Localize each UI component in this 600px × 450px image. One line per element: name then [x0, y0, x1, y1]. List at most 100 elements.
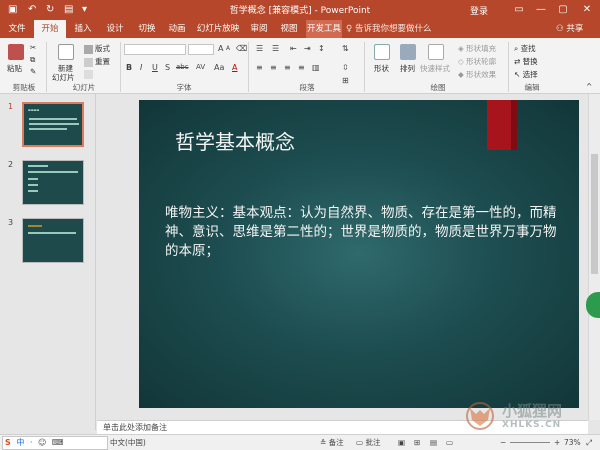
ime-chinese-mode[interactable]: 中 — [16, 438, 24, 447]
vertical-scrollbar[interactable] — [588, 94, 600, 420]
shape-outline-label: 形状轮廓 — [466, 57, 497, 66]
outline-icon: ◇ — [458, 57, 467, 66]
line-spacing-icon[interactable]: ↕ — [318, 44, 325, 53]
slide-thumbnail-1[interactable]: ▬▬▬▬ — [22, 102, 84, 147]
comments-toggle[interactable]: ▭ 批注 — [356, 437, 380, 449]
replace-button[interactable]: ⇄ 替换 — [514, 56, 538, 67]
layout-button[interactable]: 版式 — [84, 43, 110, 54]
new-slide-icon[interactable] — [58, 44, 74, 60]
minimize-icon[interactable]: — — [530, 2, 552, 18]
increase-indent-icon[interactable]: ⇥ — [304, 44, 311, 53]
slide-thumbnail-3[interactable] — [22, 218, 84, 263]
font-size-box[interactable] — [188, 44, 214, 55]
normal-view-icon[interactable]: ▣ — [398, 437, 405, 449]
shape-effects-button[interactable]: ◆ 形状效果 — [458, 69, 496, 80]
tab-transitions[interactable]: 切换 — [134, 20, 160, 38]
reading-view-icon[interactable]: ▤ — [430, 437, 437, 449]
ime-keyboard-icon[interactable]: ⌨ — [52, 438, 64, 447]
login-link[interactable]: 登录 — [470, 4, 488, 17]
slide-sorter-icon[interactable]: ⊞ — [414, 437, 420, 449]
align-center-icon[interactable]: ≡ — [270, 63, 277, 72]
zoom-slider[interactable] — [510, 442, 550, 443]
tab-developer[interactable]: 开发工具 — [306, 20, 342, 38]
group-separator — [120, 42, 121, 92]
fit-to-window-icon[interactable]: ⤢ — [586, 437, 592, 449]
shapes-icon[interactable] — [374, 44, 390, 60]
tell-me-box[interactable]: ♀ 告诉我你想要做什么 — [346, 20, 431, 38]
close-icon[interactable]: ✕ — [576, 2, 598, 18]
arrange-button-label[interactable]: 排列 — [400, 63, 415, 74]
select-button[interactable]: ↖ 选择 — [514, 69, 538, 80]
find-button[interactable]: ⌕ 查找 — [514, 43, 536, 54]
italic-button[interactable]: I — [140, 63, 142, 72]
shadow-button[interactable]: S — [165, 63, 170, 72]
tab-review[interactable]: 审阅 — [246, 20, 272, 38]
shape-fill-label: 形状填充 — [466, 44, 497, 53]
paste-button-label[interactable]: 粘贴 — [7, 63, 22, 74]
ribbon-home: 粘贴 ✂ ⧉ ✎ 剪贴板 新建 幻灯片 版式 重置 幻灯片 A A ⌫ B I … — [0, 38, 600, 94]
decrease-indent-icon[interactable]: ⇤ — [290, 44, 297, 53]
current-slide[interactable]: 哲学基本概念 唯物主义：基本观点：认为自然界、物质、存在是第一性的，而精神、意识… — [139, 100, 579, 408]
quick-styles-label[interactable]: 快速样式 — [420, 63, 450, 74]
group-clipboard-label: 剪贴板 — [12, 83, 36, 92]
ribbon-display-icon[interactable]: ▭ — [508, 2, 530, 18]
clear-format-icon[interactable]: ⌫ — [236, 44, 247, 53]
paste-icon[interactable] — [8, 44, 24, 60]
font-name-box[interactable] — [124, 44, 186, 55]
align-text-icon[interactable]: ⇳ — [342, 63, 349, 72]
tab-animations[interactable]: 动画 — [164, 20, 190, 38]
grow-font-icon[interactable]: A — [218, 44, 223, 53]
justify-icon[interactable]: ≡ — [298, 63, 305, 72]
strikethrough-button[interactable]: abc — [176, 63, 189, 71]
ime-emoji-icon[interactable]: ☺ — [38, 438, 46, 447]
shape-outline-button[interactable]: ◇ 形状轮廓 — [458, 56, 496, 67]
quick-styles-icon[interactable] — [428, 44, 444, 60]
slide-body-text[interactable]: 唯物主义：基本观点：认为自然界、物质、存在是第一性的，而精神、意识、思维是第二性… — [165, 204, 565, 261]
tab-file[interactable]: 文件 — [4, 20, 30, 38]
tab-slideshow[interactable]: 幻灯片放映 — [196, 20, 240, 38]
tab-design[interactable]: 设计 — [102, 20, 128, 38]
bold-button[interactable]: B — [126, 63, 132, 72]
reset-button[interactable]: 重置 — [84, 56, 110, 67]
text-direction-icon[interactable]: ⇅ — [342, 44, 349, 53]
slide-title[interactable]: 哲学基本概念 — [175, 126, 295, 155]
underline-button[interactable]: U — [152, 63, 158, 72]
tab-view[interactable]: 视图 — [276, 20, 302, 38]
notes-label: 备注 — [328, 438, 344, 447]
arrange-icon[interactable] — [400, 44, 416, 60]
red-ribbon-decoration — [487, 100, 517, 150]
zoom-out-icon[interactable]: − — [500, 437, 506, 449]
thumb-text-line — [28, 178, 38, 180]
scrollbar-thumb[interactable] — [591, 154, 598, 274]
language-indicator[interactable]: 中文(中国) — [110, 437, 146, 449]
share-button[interactable]: ⚇ 共享 — [556, 20, 583, 38]
group-editing-label: 编辑 — [524, 83, 540, 92]
tab-home[interactable]: 开始 — [34, 20, 66, 38]
ime-toolbar[interactable]: S 中 · ☺ ⌨ — [2, 436, 108, 450]
zoom-in-icon[interactable]: + — [554, 437, 560, 449]
numbering-icon[interactable]: ☰ — [272, 44, 279, 53]
tab-insert[interactable]: 插入 — [70, 20, 96, 38]
shapes-button-label[interactable]: 形状 — [374, 63, 389, 74]
notes-toggle[interactable]: ≙ 备注 — [320, 437, 344, 449]
layout-icon — [84, 44, 93, 54]
slide-thumbnail-2[interactable] — [22, 160, 84, 205]
change-case-button[interactable]: Aa — [214, 63, 224, 72]
align-left-icon[interactable]: ≡ — [256, 63, 263, 72]
shrink-font-icon[interactable]: A — [226, 45, 230, 52]
maximize-icon[interactable]: ▢ — [552, 2, 574, 18]
ime-punctuation[interactable]: · — [30, 438, 33, 447]
columns-icon[interactable]: ▥ — [312, 63, 320, 72]
collapse-ribbon-icon[interactable]: ^ — [586, 82, 592, 91]
cut-icon[interactable]: ✂ — [30, 43, 36, 52]
format-painter-icon[interactable]: ✎ — [30, 67, 36, 76]
zoom-level[interactable]: 73% — [564, 437, 581, 449]
char-spacing-button[interactable]: AV — [196, 63, 205, 71]
slideshow-view-icon[interactable]: ▭ — [446, 437, 453, 449]
copy-icon[interactable]: ⧉ — [30, 55, 35, 65]
section-button[interactable] — [84, 69, 95, 79]
font-color-button[interactable]: A — [232, 63, 237, 72]
bullets-icon[interactable]: ☰ — [256, 44, 263, 53]
align-right-icon[interactable]: ≡ — [284, 63, 291, 72]
shape-fill-button[interactable]: ◈ 形状填充 — [458, 43, 496, 54]
